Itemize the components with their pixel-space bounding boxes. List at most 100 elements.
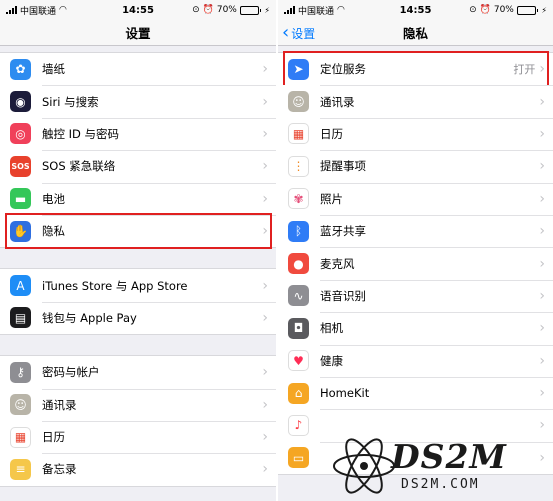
row-label: Siri 与搜索	[42, 94, 99, 109]
charging-icon: ⚡	[264, 5, 270, 15]
row-label: 提醒事项	[320, 159, 366, 174]
section-gap	[0, 335, 276, 356]
calendar-icon: ▦	[10, 426, 31, 448]
hand-icon: ✋	[10, 220, 31, 242]
back-label: 设置	[291, 26, 316, 41]
charging-icon: ⚡	[541, 5, 547, 15]
alarm-icon: ⏰	[479, 5, 491, 15]
wifi-icon: ◠	[337, 5, 345, 15]
notes-icon: ≡	[10, 458, 31, 480]
chevron-right-icon: ›	[262, 364, 268, 381]
wifi-icon: ◠	[59, 5, 67, 15]
row-label: 密码与帐户	[42, 365, 100, 380]
reminders-icon: ⋮	[288, 155, 309, 177]
photos-icon: ✾	[288, 188, 309, 210]
row-label: 蓝牙共享	[320, 224, 366, 239]
privacy-screen: 中国联通 ◠ 14:55 ⊙ ⏰ 70% ⚡ ‹ 设置 隐私 ➤ 定位服务 打开 › ☺…	[278, 0, 553, 501]
row-app-store[interactable]: AiTunes Store 与 App Store ›	[0, 269, 276, 302]
row-label: 通讯录	[42, 397, 77, 412]
row-sos[interactable]: SOS SOS 紧急联络 ›	[0, 150, 276, 183]
wallpaper-icon: ✿	[10, 58, 31, 80]
row-location-arrow[interactable]: ➤ 定位服务 打开 ›	[278, 51, 553, 88]
page-title: 设置	[125, 26, 151, 41]
microphone-icon: ●	[288, 253, 309, 275]
row-label: 日历	[42, 430, 65, 445]
carrier-label: 中国联通	[20, 6, 57, 17]
contacts-icon: ☺	[288, 91, 309, 113]
row-wallpaper[interactable]: ✿ 墙纸 ›	[0, 53, 276, 86]
settings-group: AiTunes Store 与 App Store › ▤ 钱包与 Apple Pay…	[0, 268, 276, 336]
chevron-right-icon: ›	[262, 277, 268, 294]
chevron-right-icon: ›	[539, 417, 545, 434]
row-value: 打开	[513, 63, 536, 77]
chevron-left-icon: ‹	[282, 22, 290, 43]
lock-rotation-icon: ⊙	[469, 5, 477, 15]
row-label: 触控 ID 与密码	[42, 126, 120, 141]
chevron-right-icon: ›	[539, 158, 545, 175]
settings-list: ✿ 墙纸 › ◉ Siri 与搜索 › ◎ 触控 ID 与密码 › SOS SOS 紧急联络 › ▬ 电池…	[0, 46, 276, 487]
camera-icon: ◘	[288, 317, 309, 339]
row-battery[interactable]: ▬ 电池 ›	[0, 182, 276, 215]
lock-rotation-icon: ⊙	[192, 5, 200, 15]
waveform-icon: ∿	[288, 285, 309, 307]
contacts-icon: ☺	[10, 394, 31, 416]
row-label: 备忘录	[42, 462, 77, 477]
siri-icon: ◉	[10, 91, 31, 113]
row-heart[interactable]: ♥ 健康 ›	[278, 344, 553, 377]
row-bluetooth[interactable]: ᛒ 蓝牙共享 ›	[278, 214, 553, 248]
chevron-right-icon: ›	[539, 223, 545, 240]
row-wallet[interactable]: ▤ 钱包与 Apple Pay ›	[0, 301, 276, 335]
row-contacts[interactable]: ☺ 通讯录 ›	[278, 85, 553, 118]
chevron-right-icon: ›	[262, 396, 268, 413]
row-label: iTunes Store 与 App Store	[42, 278, 188, 293]
row-label: 照片	[320, 191, 343, 206]
chevron-right-icon: ›	[262, 429, 268, 446]
location-arrow-icon: ➤	[288, 58, 309, 80]
row-label: 通讯录	[320, 94, 355, 109]
settings-group: ✿ 墙纸 › ◉ Siri 与搜索 › ◎ 触控 ID 与密码 › SOS SOS 紧急联络 › ▬ 电池…	[0, 52, 276, 250]
row-reminders[interactable]: ⋮ 提醒事项 ›	[278, 150, 553, 183]
row-calendar[interactable]: ▦ 日历 ›	[0, 420, 276, 454]
chevron-right-icon: ›	[262, 61, 268, 78]
battery-percent: 70%	[216, 5, 237, 15]
row-contacts[interactable]: ☺ 通讯录 ›	[0, 388, 276, 421]
chevron-right-icon: ›	[539, 352, 545, 369]
row-calendar[interactable]: ▦ 日历 ›	[278, 117, 553, 151]
row-label: 日历	[320, 126, 343, 141]
chevron-right-icon: ›	[539, 61, 545, 78]
section-gap	[0, 248, 276, 269]
row-siri[interactable]: ◉ Siri 与搜索 ›	[0, 85, 276, 118]
heart-icon: ♥	[288, 350, 309, 372]
chevron-right-icon: ›	[262, 125, 268, 142]
watermark-url: DS2M.COM	[401, 477, 480, 492]
watermark-logo-text: DS2M	[391, 437, 507, 476]
signal-icon	[6, 6, 17, 14]
chevron-right-icon: ›	[539, 385, 545, 402]
row-waveform[interactable]: ∿ 语音识别 ›	[278, 279, 553, 313]
carrier-label: 中国联通	[298, 6, 335, 17]
home-icon: ⌂	[288, 382, 309, 404]
bluetooth-icon: ᛒ	[288, 220, 309, 242]
row-notes[interactable]: ≡ 备忘录 ›	[0, 453, 276, 486]
nav-bar: 设置	[0, 20, 276, 46]
alarm-icon: ⏰	[202, 5, 214, 15]
row-label: 墙纸	[42, 62, 65, 77]
row-fingerprint[interactable]: ◎ 触控 ID 与密码 ›	[0, 117, 276, 151]
chevron-right-icon: ›	[262, 158, 268, 175]
row-photos[interactable]: ✾ 照片 ›	[278, 182, 553, 215]
row-home[interactable]: ⌂ HomeKit ›	[278, 376, 553, 410]
battery-percent: 70%	[493, 5, 514, 15]
row-camera[interactable]: ◘ 相机 ›	[278, 312, 553, 345]
back-button[interactable]: ‹ 设置	[282, 20, 315, 46]
row-hand[interactable]: ✋ 隐私 ›	[0, 212, 276, 250]
row-label: 相机	[320, 321, 343, 336]
row-label: HomeKit	[320, 386, 370, 401]
signal-icon	[284, 6, 295, 14]
row-key[interactable]: ⚷ 密码与帐户 ›	[0, 356, 276, 389]
settings-group: ➤ 定位服务 打开 › ☺ 通讯录 › ▦ 日历 › ⋮ 提醒事项 › ✾ 照片 › ᛒ 蓝牙共享 › ● 麦克风 › ∿ 语…	[278, 51, 553, 476]
wallet-icon: ▤	[10, 307, 31, 329]
settings-group: ⚷ 密码与帐户 › ☺ 通讯录 › ▦ 日历 › ≡ 备忘录 ›	[0, 355, 276, 487]
calendar-icon: ▦	[288, 123, 309, 145]
chevron-right-icon: ›	[539, 287, 545, 304]
row-microphone[interactable]: ● 麦克风 ›	[278, 247, 553, 280]
